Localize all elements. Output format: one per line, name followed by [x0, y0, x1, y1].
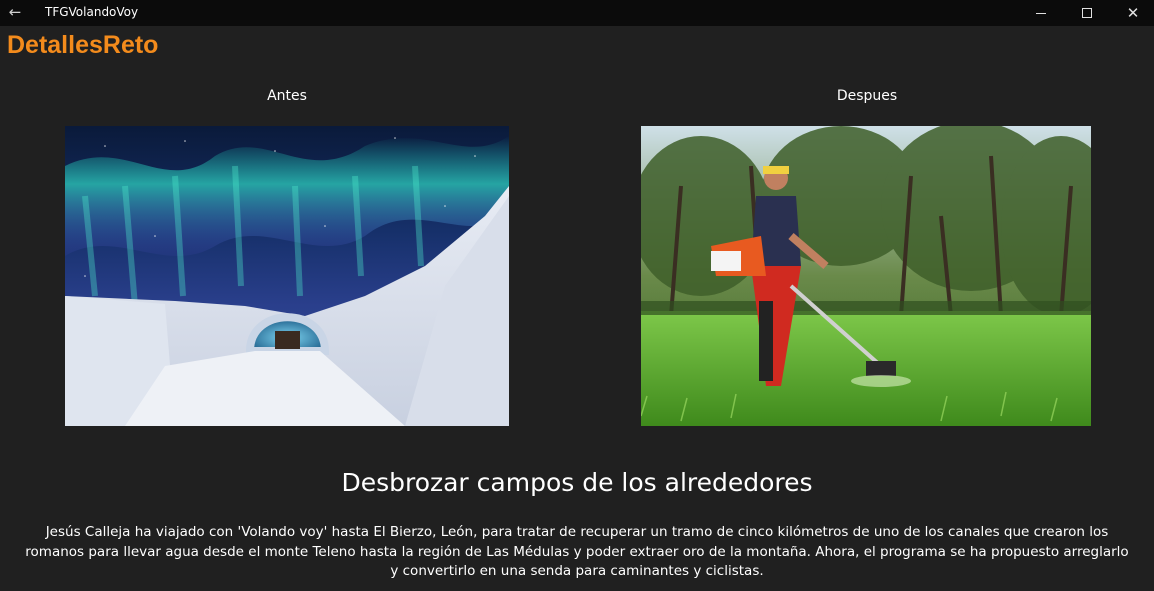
title-bar: ← TFGVolandoVoy ✕	[0, 0, 1154, 26]
after-image	[641, 126, 1091, 426]
maximize-icon	[1082, 8, 1092, 18]
close-button[interactable]: ✕	[1110, 0, 1154, 26]
page-title: DetallesReto	[7, 31, 159, 59]
minimize-icon	[1036, 12, 1046, 14]
before-image	[65, 126, 509, 426]
challenge-description: Jesús Calleja ha viajado con 'Volando vo…	[25, 524, 1129, 579]
close-icon: ✕	[1126, 3, 1140, 22]
back-button[interactable]: ←	[0, 0, 30, 26]
arrow-left-icon: ←	[8, 3, 22, 21]
app-title: TFGVolandoVoy	[45, 5, 139, 19]
minimize-button[interactable]	[1018, 0, 1064, 26]
maximize-button[interactable]	[1064, 0, 1110, 26]
after-label: Despues	[836, 88, 898, 104]
challenge-title: Desbrozar campos de los alrededores	[341, 468, 813, 497]
before-label: Antes	[267, 88, 307, 104]
